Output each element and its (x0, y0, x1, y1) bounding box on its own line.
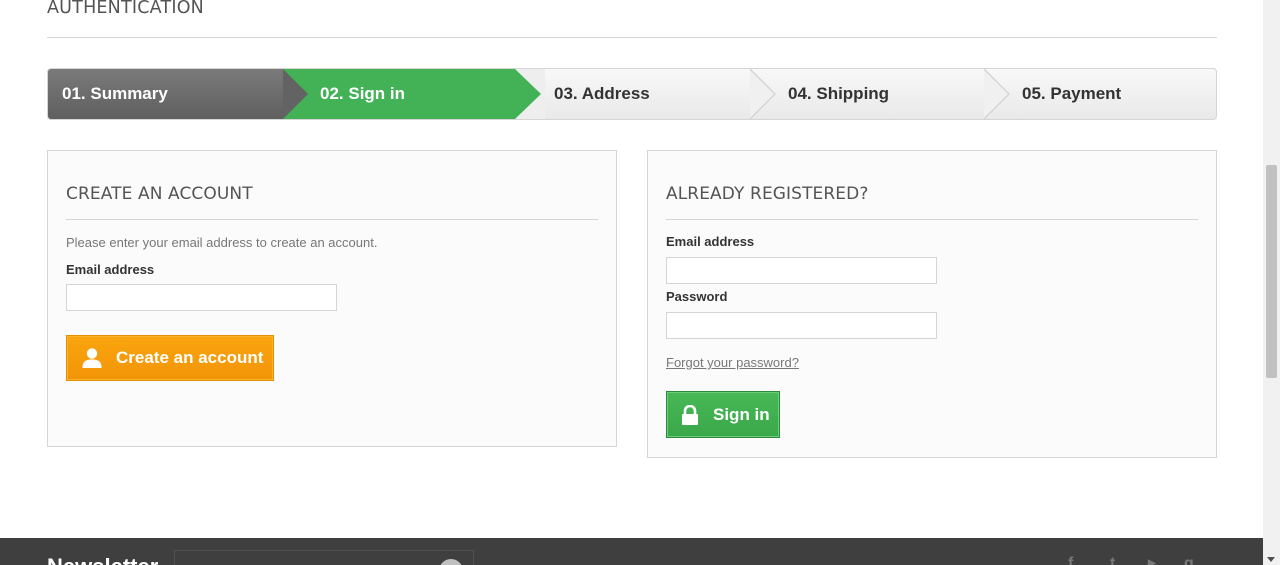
step-address-label: 03. Address (554, 84, 650, 103)
checkout-steps: 01. Summary 02. Sign in 03. Address 04. … (47, 68, 1217, 120)
footer: Newsletter f t ▶ g (0, 538, 1263, 565)
sign-in-button[interactable]: Sign in (666, 391, 780, 438)
create-email-label: Email address (66, 262, 155, 277)
login-email-input[interactable] (666, 257, 937, 284)
step-divider-arrow (750, 69, 776, 119)
scrollbar-thumb[interactable] (1266, 165, 1277, 378)
step-divider-arrow (515, 69, 545, 119)
login-email-label: Email address (666, 234, 755, 249)
youtube-icon[interactable]: ▶ (1148, 558, 1156, 565)
step-divider-arrow (283, 69, 308, 119)
step-payment-label: 05. Payment (1022, 84, 1122, 103)
sign-in-button-label: Sign in (713, 404, 770, 424)
twitter-icon[interactable]: t (1110, 555, 1115, 565)
create-email-input[interactable] (66, 284, 337, 311)
google-plus-icon[interactable]: g (1184, 555, 1194, 565)
step-shipping: 04. Shipping (775, 69, 990, 119)
step-sign-in: 02. Sign in (283, 69, 541, 119)
forgot-password-link[interactable]: Forgot your password? (666, 355, 799, 370)
create-account-panel: CREATE AN ACCOUNT Please enter your emai… (47, 150, 617, 447)
step-divider-arrow (984, 69, 1010, 119)
step-shipping-label: 04. Shipping (788, 84, 890, 103)
create-account-hint: Please enter your email address to creat… (66, 235, 378, 250)
page-title: AUTHENTICATION (47, 0, 1217, 38)
step-summary-label: 01. Summary (62, 84, 168, 103)
facebook-icon[interactable]: f (1068, 555, 1073, 565)
step-payment: 05. Payment (1009, 69, 1216, 119)
login-password-input[interactable] (666, 312, 937, 339)
scroll-down-arrow[interactable] (1267, 557, 1275, 562)
newsletter-input[interactable] (174, 550, 474, 565)
newsletter-label: Newsletter (47, 554, 158, 565)
step-address: 03. Address (541, 69, 756, 119)
page-scrollbar[interactable] (1263, 0, 1280, 565)
step-summary[interactable]: 01. Summary (48, 69, 313, 119)
login-title: ALREADY REGISTERED? (666, 151, 1198, 220)
step-sign-in-label: 02. Sign in (320, 84, 406, 103)
lock-icon (681, 404, 699, 425)
login-panel: ALREADY REGISTERED? Email address Passwo… (647, 150, 1217, 458)
create-account-button-label: Create an account (116, 348, 264, 367)
create-account-title: CREATE AN ACCOUNT (66, 151, 598, 220)
login-password-label: Password (666, 289, 728, 304)
create-account-button[interactable]: Create an account (66, 335, 274, 381)
user-icon (81, 347, 103, 369)
